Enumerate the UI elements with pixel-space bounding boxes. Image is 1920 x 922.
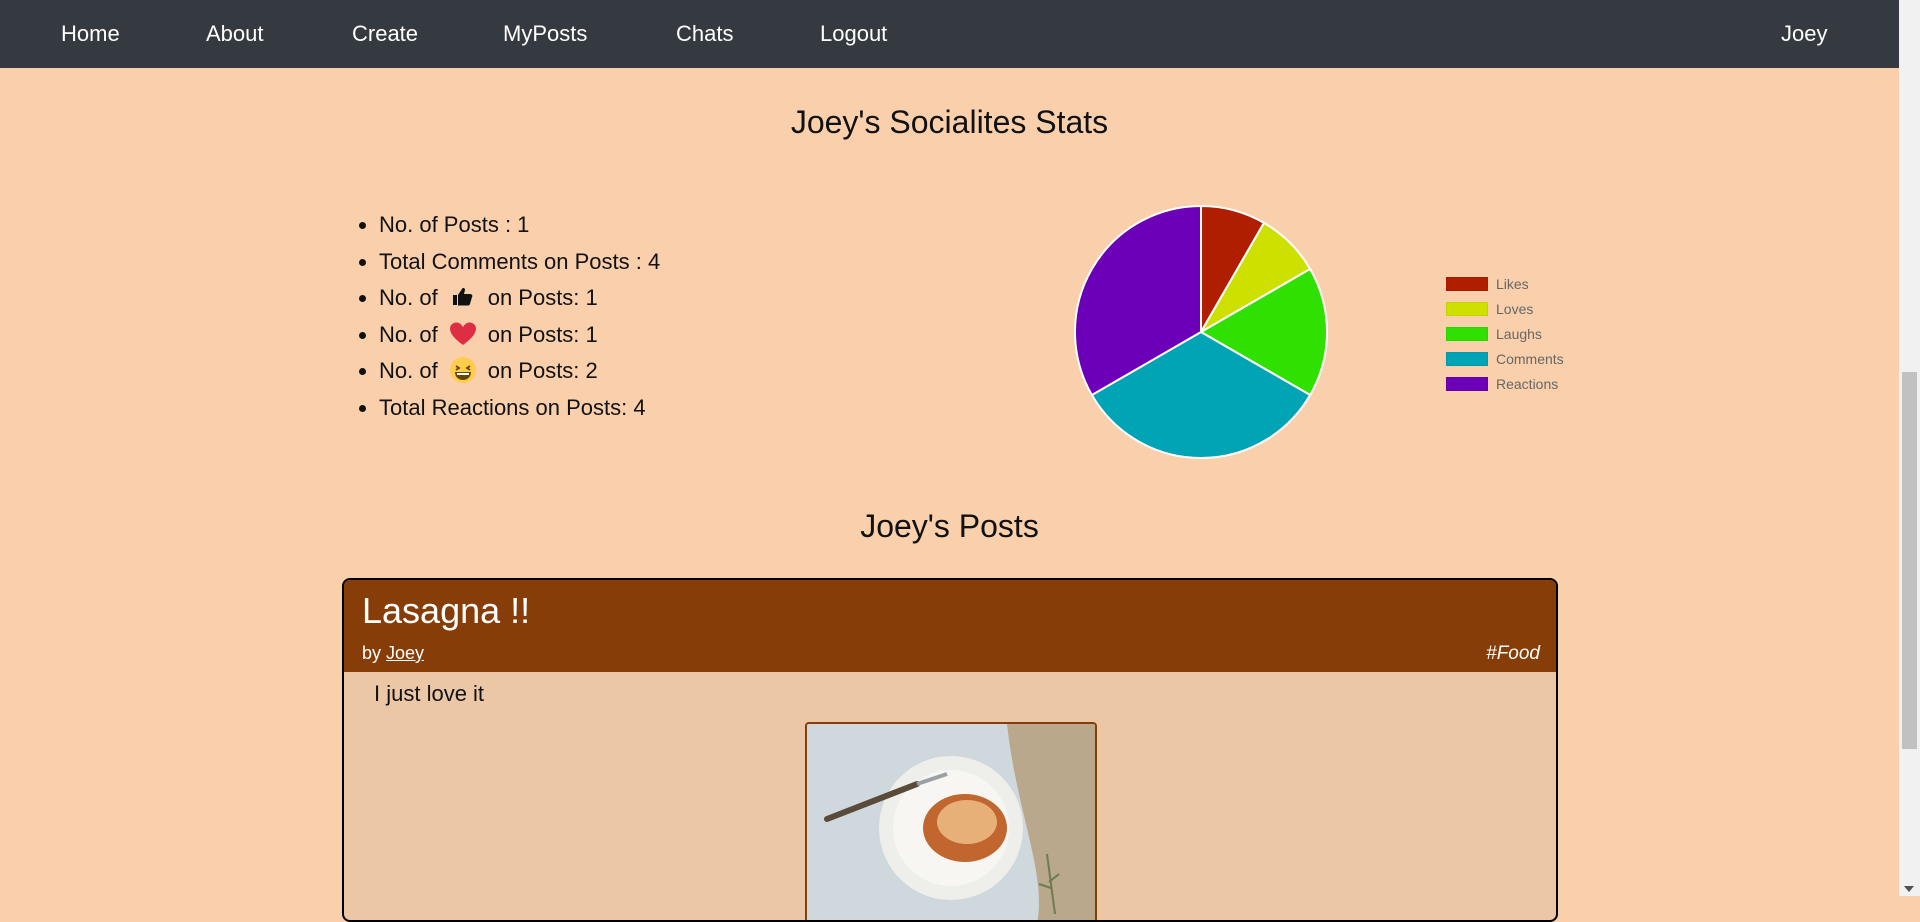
stats-likes-suffix: on Posts: 1 — [487, 285, 598, 310]
stats-laughs-suffix: on Posts: 2 — [487, 358, 598, 383]
post-image — [805, 722, 1097, 920]
post-byline: by Joey — [362, 643, 424, 664]
nav-myposts-link[interactable]: MyPosts — [503, 0, 587, 68]
legend-item-reactions[interactable]: Reactions — [1446, 371, 1564, 396]
nav-chats-link[interactable]: Chats — [676, 0, 733, 68]
legend-swatch — [1446, 302, 1488, 317]
legend-label: Reactions — [1496, 375, 1559, 392]
legend-swatch — [1446, 277, 1488, 292]
stats-loves-suffix: on Posts: 1 — [487, 321, 598, 347]
legend-item-loves[interactable]: Loves — [1446, 297, 1564, 322]
nav-user-link[interactable]: Joey — [1781, 0, 1827, 68]
legend-swatch — [1446, 326, 1488, 341]
post-by-label: by — [362, 643, 382, 663]
stats-loves-count: No. of on Posts: 1 — [379, 317, 660, 354]
nav-create-link[interactable]: Create — [352, 0, 418, 68]
legend-item-laughs[interactable]: Laughs — [1446, 322, 1564, 347]
top-navbar: Home About Create MyPosts Chats Logout J… — [0, 0, 1899, 68]
post-header: Lasagna !! by Joey #Food — [344, 580, 1556, 672]
page-scrollbar[interactable] — [1899, 0, 1920, 896]
thumbs-up-icon — [448, 282, 478, 312]
stats-likes-count: No. of on Posts: 1 — [379, 280, 660, 317]
chart-legend: Likes Loves Laughs Comments Reactions — [1446, 272, 1564, 396]
post-card: Lasagna !! by Joey #Food I just love it — [342, 578, 1558, 922]
post-title: Lasagna !! — [362, 590, 531, 631]
stats-posts-count: No. of Posts : 1 — [379, 207, 660, 244]
stats-likes-prefix: No. of — [379, 285, 438, 310]
heart-icon — [448, 319, 478, 349]
pie-chart-svg — [1074, 204, 1328, 459]
stats-reactions-count: Total Reactions on Posts: 4 — [379, 390, 660, 427]
stats-heading: Joey's Socialites Stats — [790, 104, 1109, 140]
stats-comments-count: Total Comments on Posts : 4 — [379, 244, 660, 281]
stats-pie-chart — [1070, 200, 1360, 470]
nav-logout-link[interactable]: Logout — [820, 0, 887, 68]
legend-swatch — [1446, 351, 1488, 366]
legend-swatch — [1446, 376, 1488, 391]
scrollbar-thumb[interactable] — [1902, 372, 1917, 749]
legend-label: Comments — [1496, 350, 1564, 367]
posts-heading: Joey's Posts — [860, 508, 1039, 544]
laughing-face-icon — [448, 355, 478, 385]
post-author-link[interactable]: Joey — [386, 643, 424, 663]
nav-about-link[interactable]: About — [206, 0, 264, 68]
post-tag[interactable]: #Food — [1486, 643, 1540, 665]
nav-home-link[interactable]: Home — [61, 0, 120, 68]
legend-label: Laughs — [1496, 325, 1542, 342]
legend-item-comments[interactable]: Comments — [1446, 346, 1564, 371]
scroll-down-arrow-icon[interactable] — [1904, 886, 1914, 892]
stats-laughs-prefix: No. of — [379, 358, 438, 383]
legend-label: Loves — [1496, 301, 1534, 318]
post-body-text: I just love it — [374, 681, 485, 706]
stats-list: No. of Posts : 1 Total Comments on Posts… — [355, 207, 660, 426]
legend-item-likes[interactable]: Likes — [1446, 272, 1564, 297]
stats-laughs-count: No. of on Posts: 2 — [379, 353, 660, 390]
lasagna-photo — [807, 724, 1095, 920]
legend-label: Likes — [1496, 276, 1529, 293]
stats-loves-prefix: No. of — [379, 321, 438, 347]
